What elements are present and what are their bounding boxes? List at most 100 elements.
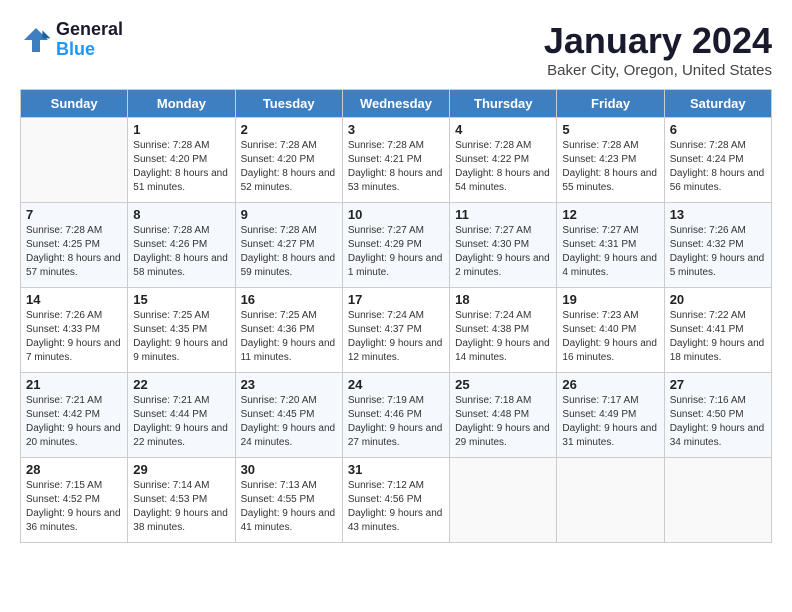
logo-icon (20, 24, 52, 56)
day-header-sunday: Sunday (21, 90, 128, 118)
day-number: 20 (670, 292, 766, 307)
calendar-week-row: 21 Sunrise: 7:21 AMSunset: 4:42 PMDayligh… (21, 373, 772, 458)
location: Baker City, Oregon, United States (544, 62, 772, 79)
calendar-cell (664, 458, 771, 543)
day-info: Sunrise: 7:15 AMSunset: 4:52 PMDaylight:… (26, 479, 122, 535)
day-header-friday: Friday (557, 90, 664, 118)
calendar-cell: 29 Sunrise: 7:14 AMSunset: 4:53 PMDayligh… (128, 458, 235, 543)
day-info: Sunrise: 7:27 AMSunset: 4:31 PMDaylight:… (562, 224, 658, 280)
day-info: Sunrise: 7:22 AMSunset: 4:41 PMDaylight:… (670, 309, 766, 365)
day-info: Sunrise: 7:13 AMSunset: 4:55 PMDaylight:… (241, 479, 337, 535)
day-info: Sunrise: 7:28 AMSunset: 4:23 PMDaylight:… (562, 139, 658, 195)
day-info: Sunrise: 7:28 AMSunset: 4:20 PMDaylight:… (241, 139, 337, 195)
day-info: Sunrise: 7:21 AMSunset: 4:42 PMDaylight:… (26, 394, 122, 450)
day-number: 10 (348, 207, 444, 222)
title-section: January 2024 Baker City, Oregon, United … (544, 20, 772, 79)
day-info: Sunrise: 7:12 AMSunset: 4:56 PMDaylight:… (348, 479, 444, 535)
calendar-cell: 31 Sunrise: 7:12 AMSunset: 4:56 PMDayligh… (342, 458, 449, 543)
logo-blue: Blue (56, 40, 123, 60)
day-info: Sunrise: 7:27 AMSunset: 4:30 PMDaylight:… (455, 224, 551, 280)
calendar-week-row: 14Sunrise: 7:26 AMSunset: 4:33 PMDayligh… (21, 288, 772, 373)
calendar-cell: 24Sunrise: 7:19 AMSunset: 4:46 PMDayligh… (342, 373, 449, 458)
calendar-cell: 20 Sunrise: 7:22 AMSunset: 4:41 PMDayligh… (664, 288, 771, 373)
day-number: 2 (241, 122, 337, 137)
calendar-cell: 28 Sunrise: 7:15 AMSunset: 4:52 PMDayligh… (21, 458, 128, 543)
calendar-cell: 17Sunrise: 7:24 AMSunset: 4:37 PMDayligh… (342, 288, 449, 373)
calendar-cell: 9Sunrise: 7:28 AMSunset: 4:27 PMDaylight… (235, 203, 342, 288)
day-info: Sunrise: 7:25 AMSunset: 4:36 PMDaylight:… (241, 309, 337, 365)
day-number: 11 (455, 207, 551, 222)
day-info: Sunrise: 7:28 AMSunset: 4:27 PMDaylight:… (241, 224, 337, 280)
day-info: Sunrise: 7:23 AMSunset: 4:40 PMDaylight:… (562, 309, 658, 365)
month-title: January 2024 (544, 20, 772, 62)
calendar-cell: 7Sunrise: 7:28 AMSunset: 4:25 PMDaylight… (21, 203, 128, 288)
day-number: 31 (348, 462, 444, 477)
logo-general: General (56, 20, 123, 40)
day-number: 18 (455, 292, 551, 307)
calendar-cell: 18 Sunrise: 7:24 AMSunset: 4:38 PMDayligh… (450, 288, 557, 373)
calendar-cell: 21 Sunrise: 7:21 AMSunset: 4:42 PMDayligh… (21, 373, 128, 458)
calendar-header-row: SundayMondayTuesdayWednesdayThursdayFrid… (21, 90, 772, 118)
day-number: 28 (26, 462, 122, 477)
day-number: 30 (241, 462, 337, 477)
day-header-thursday: Thursday (450, 90, 557, 118)
day-number: 17 (348, 292, 444, 307)
day-info: Sunrise: 7:20 AMSunset: 4:45 PMDaylight:… (241, 394, 337, 450)
day-number: 24 (348, 377, 444, 392)
calendar-cell: 12Sunrise: 7:27 AMSunset: 4:31 PMDayligh… (557, 203, 664, 288)
day-number: 15 (133, 292, 229, 307)
day-number: 16 (241, 292, 337, 307)
day-number: 25 (455, 377, 551, 392)
calendar-cell: 30 Sunrise: 7:13 AMSunset: 4:55 PMDayligh… (235, 458, 342, 543)
day-number: 23 (241, 377, 337, 392)
calendar-cell (557, 458, 664, 543)
day-info: Sunrise: 7:27 AMSunset: 4:29 PMDaylight:… (348, 224, 444, 280)
day-number: 19 (562, 292, 658, 307)
calendar-week-row: 7Sunrise: 7:28 AMSunset: 4:25 PMDaylight… (21, 203, 772, 288)
day-info: Sunrise: 7:28 AMSunset: 4:24 PMDaylight:… (670, 139, 766, 195)
day-info: Sunrise: 7:25 AMSunset: 4:35 PMDaylight:… (133, 309, 229, 365)
calendar-cell: 11 Sunrise: 7:27 AMSunset: 4:30 PMDayligh… (450, 203, 557, 288)
calendar-cell: 1 Sunrise: 7:28 AMSunset: 4:20 PMDaylight… (128, 118, 235, 203)
day-number: 6 (670, 122, 766, 137)
logo-text: General Blue (56, 20, 123, 60)
calendar-cell: 6 Sunrise: 7:28 AMSunset: 4:24 PMDaylight… (664, 118, 771, 203)
calendar-cell: 25 Sunrise: 7:18 AMSunset: 4:48 PMDayligh… (450, 373, 557, 458)
calendar-cell (450, 458, 557, 543)
logo: General Blue (20, 20, 123, 60)
calendar-cell: 19 Sunrise: 7:23 AMSunset: 4:40 PMDayligh… (557, 288, 664, 373)
calendar-cell: 27Sunrise: 7:16 AMSunset: 4:50 PMDayligh… (664, 373, 771, 458)
day-header-monday: Monday (128, 90, 235, 118)
day-number: 1 (133, 122, 229, 137)
day-info: Sunrise: 7:14 AMSunset: 4:53 PMDaylight:… (133, 479, 229, 535)
calendar-cell: 10 Sunrise: 7:27 AMSunset: 4:29 PMDayligh… (342, 203, 449, 288)
day-number: 4 (455, 122, 551, 137)
calendar-week-row: 1 Sunrise: 7:28 AMSunset: 4:20 PMDaylight… (21, 118, 772, 203)
calendar-cell: 14Sunrise: 7:26 AMSunset: 4:33 PMDayligh… (21, 288, 128, 373)
day-info: Sunrise: 7:28 AMSunset: 4:20 PMDaylight:… (133, 139, 229, 195)
calendar-cell: 22 Sunrise: 7:21 AMSunset: 4:44 PMDayligh… (128, 373, 235, 458)
calendar-cell: 15 Sunrise: 7:25 AMSunset: 4:35 PMDayligh… (128, 288, 235, 373)
day-number: 22 (133, 377, 229, 392)
day-number: 13 (670, 207, 766, 222)
day-info: Sunrise: 7:16 AMSunset: 4:50 PMDaylight:… (670, 394, 766, 450)
day-number: 21 (26, 377, 122, 392)
day-header-wednesday: Wednesday (342, 90, 449, 118)
day-number: 8 (133, 207, 229, 222)
calendar-table: SundayMondayTuesdayWednesdayThursdayFrid… (20, 89, 772, 543)
day-info: Sunrise: 7:28 AMSunset: 4:26 PMDaylight:… (133, 224, 229, 280)
calendar-cell: 4 Sunrise: 7:28 AMSunset: 4:22 PMDaylight… (450, 118, 557, 203)
calendar-cell: 3Sunrise: 7:28 AMSunset: 4:21 PMDaylight… (342, 118, 449, 203)
day-info: Sunrise: 7:26 AMSunset: 4:32 PMDaylight:… (670, 224, 766, 280)
day-number: 29 (133, 462, 229, 477)
calendar-cell (21, 118, 128, 203)
calendar-cell: 23 Sunrise: 7:20 AMSunset: 4:45 PMDayligh… (235, 373, 342, 458)
day-info: Sunrise: 7:28 AMSunset: 4:21 PMDaylight:… (348, 139, 444, 195)
calendar-cell: 13 Sunrise: 7:26 AMSunset: 4:32 PMDayligh… (664, 203, 771, 288)
day-info: Sunrise: 7:28 AMSunset: 4:22 PMDaylight:… (455, 139, 551, 195)
day-info: Sunrise: 7:18 AMSunset: 4:48 PMDaylight:… (455, 394, 551, 450)
day-info: Sunrise: 7:21 AMSunset: 4:44 PMDaylight:… (133, 394, 229, 450)
day-info: Sunrise: 7:24 AMSunset: 4:38 PMDaylight:… (455, 309, 551, 365)
calendar-cell: 5Sunrise: 7:28 AMSunset: 4:23 PMDaylight… (557, 118, 664, 203)
day-header-tuesday: Tuesday (235, 90, 342, 118)
